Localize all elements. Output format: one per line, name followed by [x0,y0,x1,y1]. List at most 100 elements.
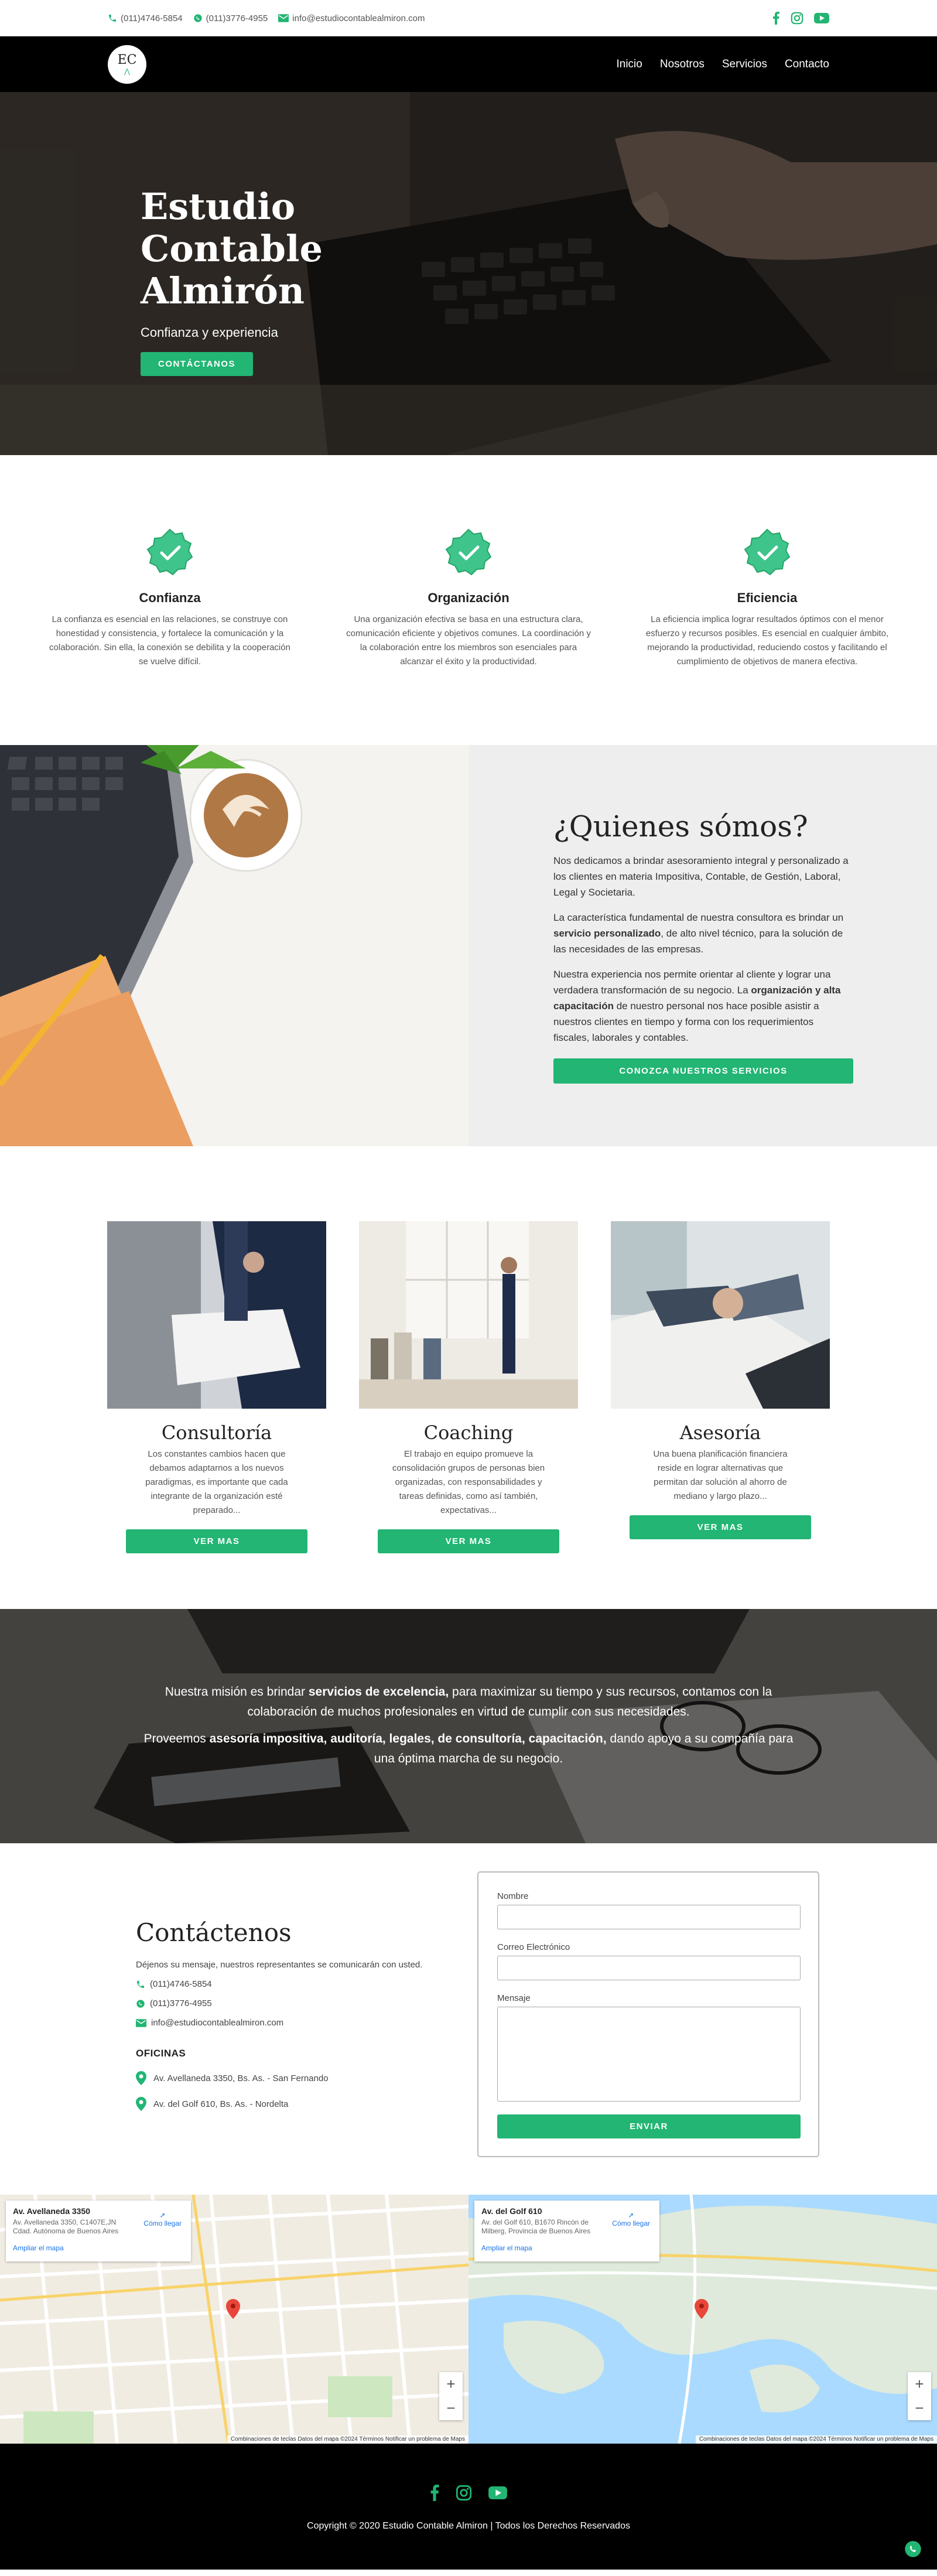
text-run: Proveemos [143,1732,210,1745]
value-text: La confianza es esencial en las relacion… [49,614,290,667]
service-title: Coaching [423,1422,514,1444]
map-directions-link[interactable]: ➚ Cómo llegar [143,2211,182,2227]
value-title: Eficiencia [737,590,798,605]
contact-phone1[interactable]: (011)4746-5854 [136,1979,477,1989]
message-textarea[interactable] [497,2007,801,2102]
service-text: Los constantes cambios hacen que debamos… [145,1449,288,1515]
site-logo[interactable]: EC ⋀ [108,45,146,84]
topbar-social [772,12,829,25]
map-zoom-controls: + − [439,2372,463,2420]
topbar-phone1[interactable]: (011)4746-5854 [108,13,183,23]
service-image [107,1221,326,1409]
facebook-icon[interactable] [430,2485,439,2501]
mission-paragraph-1: Nuestra misión es brindar servicios de e… [135,1682,802,1722]
site-footer: Copyright © 2020 Estudio Contable Almiro… [0,2444,937,2570]
nav-link-inicio[interactable]: Inicio [616,58,642,71]
hero-content: Estudio Contable Almirón Confianza y exp… [141,186,468,376]
mission-text: Nuestra misión es brindar servicios de e… [135,1682,802,1769]
contact-phone2[interactable]: (011)3776-4955 [136,1998,477,2008]
contact-info: Contáctenos Déjenos su mensaje, nuestros… [0,1871,477,2195]
service-card-coaching: Coaching El trabajo en equipo promueve l… [359,1221,578,1609]
whatsapp-icon [193,13,203,23]
service-title: Consultoría [161,1422,272,1444]
zoom-in-button[interactable]: + [908,2372,931,2396]
map-san-fernando[interactable]: Av. Avellaneda 3350 Av. Avellaneda 3350,… [0,2195,468,2444]
emphasis: servicios de excelencia, [308,1685,449,1699]
office-address: Av. Avellaneda 3350, Bs. As. - San Ferna… [153,2073,329,2083]
zoom-in-button[interactable]: + [439,2372,463,2396]
service-text: El trabajo en equipo promueve la consoli… [392,1449,545,1515]
service-more-button[interactable]: VER MAS [126,1529,307,1553]
map-directions-text: Cómo llegar [143,2219,182,2227]
envelope-icon [136,2018,146,2027]
value-text: Una organización efectiva se basa en una… [346,614,591,667]
services-section: Consultoría Los constantes cambios hacen… [0,1146,937,1609]
nav-link-nosotros[interactable]: Nosotros [660,58,705,71]
contact-us-button[interactable]: CONTÁCTANOS [141,352,254,376]
footer-social [0,2485,937,2501]
topbar-email[interactable]: info@estudiocontablealmiron.com [278,13,425,23]
topbar-phone2[interactable]: (011)3776-4955 [193,13,268,23]
about-image [0,745,468,1146]
map-directions-text: Cómo llegar [612,2219,650,2227]
phone-icon [108,13,117,23]
topbar-phone2-text: (011)3776-4955 [206,13,268,23]
map-enlarge-link[interactable]: Ampliar el mapa [481,2244,652,2252]
hero-title: Estudio Contable Almirón [141,185,323,312]
office-san-fernando[interactable]: Av. Avellaneda 3350, Bs. As. - San Ferna… [136,2071,477,2085]
contact-phone1-text: (011)4746-5854 [150,1979,212,1989]
logo-mark-icon: ⋀ [124,67,130,76]
instagram-icon[interactable] [456,2485,472,2501]
map-pin-icon [136,2071,146,2085]
map-pin-icon [136,2097,146,2111]
nav-link-contacto[interactable]: Contacto [785,58,829,71]
nav-link-servicios[interactable]: Servicios [722,58,767,71]
main-navbar: EC ⋀ Inicio Nosotros Servicios Contacto [0,36,937,92]
value-card-confianza: Confianza La confianza es esencial en la… [44,528,296,745]
service-more-button[interactable]: VER MAS [630,1515,811,1539]
about-paragraph-2: La característica fundamental de nuestra… [553,910,852,957]
map-info-card: Av. del Golf 610 Av. del Golf 610, B1670… [474,2201,659,2261]
service-text: Una buena planificación financiera resid… [653,1449,788,1501]
zoom-out-button[interactable]: − [439,2396,463,2420]
contact-intro: Déjenos su mensaje, nuestros representan… [136,1960,423,1970]
directions-icon: ➚ [628,2211,634,2219]
zoom-out-button[interactable]: − [908,2396,931,2420]
map-footer: Combinaciones de teclas Datos del mapa ©… [695,2435,937,2444]
directions-icon: ➚ [159,2211,166,2219]
about-paragraph-1: Nos dedicamos a brindar asesoramiento in… [553,855,849,898]
contact-email-text: info@estudiocontablealmiron.com [151,2018,284,2028]
hero-section: Estudio Contable Almirón Confianza y exp… [0,92,937,455]
whatsapp-icon [136,1999,145,2008]
map-directions-link[interactable]: ➚ Cómo llegar [612,2211,650,2227]
office-nordelta[interactable]: Av. del Golf 610, Bs. As. - Nordelta [136,2097,477,2111]
map-footer: Combinaciones de teclas Datos del mapa ©… [227,2435,468,2444]
map-nordelta[interactable]: Av. del Golf 610 Av. del Golf 610, B1670… [468,2195,937,2444]
submit-button[interactable]: ENVIAR [497,2114,801,2138]
name-input[interactable] [497,1905,801,1929]
phone-icon [136,1980,145,1989]
service-more-button[interactable]: VER MAS [378,1529,559,1553]
service-image [611,1221,830,1409]
youtube-icon[interactable] [488,2485,507,2501]
value-card-eficiencia: Eficiencia La eficiencia implica lograr … [641,528,893,745]
map-place-address: Av. Avellaneda 3350, C1407E,JN Cdad. Aut… [13,2218,119,2235]
service-image [359,1221,578,1409]
maps-section: Av. Avellaneda 3350 Av. Avellaneda 3350,… [0,2195,937,2444]
contact-email[interactable]: info@estudiocontablealmiron.com [136,2018,477,2028]
name-label: Nombre [497,1891,529,1901]
youtube-icon[interactable] [814,13,829,23]
email-input[interactable] [497,1956,801,1980]
check-badge-icon [145,528,194,578]
map-enlarge-link[interactable]: Ampliar el mapa [13,2244,184,2252]
topbar-email-text: info@estudiocontablealmiron.com [292,13,425,23]
value-title: Organización [428,590,509,605]
services-button[interactable]: CONOZCA NUESTROS SERVICIOS [553,1058,853,1084]
facebook-icon[interactable] [772,12,780,25]
office-address: Av. del Golf 610, Bs. As. - Nordelta [153,2099,289,2109]
whatsapp-float-icon[interactable] [904,2540,922,2558]
instagram-icon[interactable] [791,12,803,25]
about-title: ¿Quienes sómos? [553,809,808,843]
email-label: Correo Electrónico [497,1942,570,1952]
topbar-phone1-text: (011)4746-5854 [121,13,183,23]
